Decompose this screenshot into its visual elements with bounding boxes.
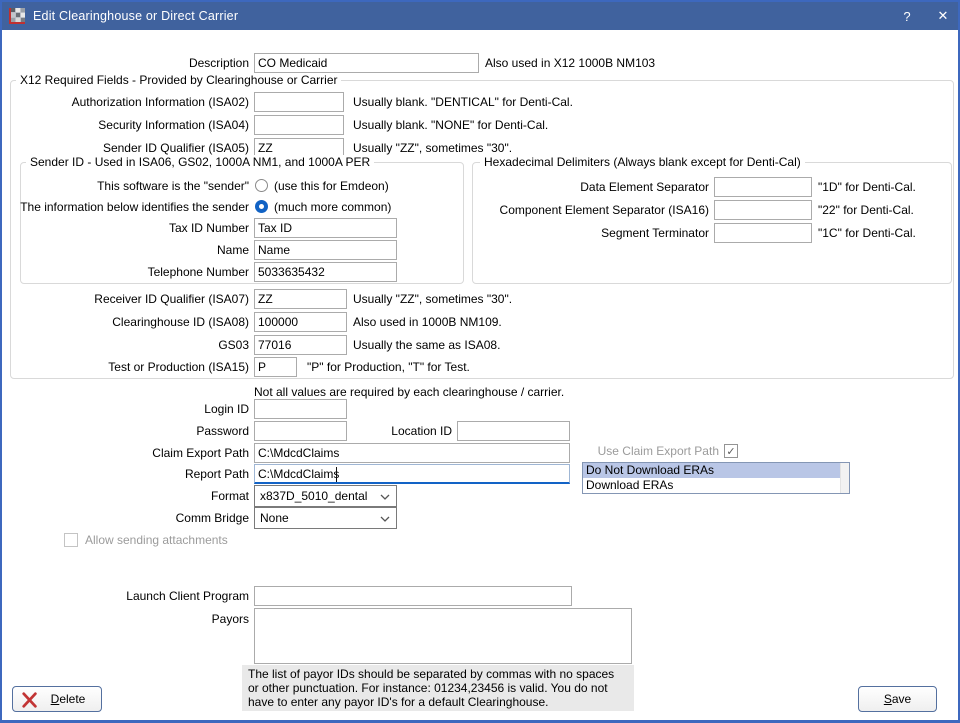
telephone-input[interactable] (254, 262, 397, 282)
name-input[interactable] (254, 240, 397, 260)
isa15-label: Test or Production (ISA15) (2, 357, 249, 377)
app-icon (9, 8, 25, 24)
sender-id-group-title: Sender ID - Used in ISA06, GS02, 1000A N… (26, 155, 374, 169)
close-button[interactable]: ✕ (926, 2, 960, 30)
comm-bridge-label: Comm Bridge (2, 508, 249, 528)
isa02-label: Authorization Information (ISA02) (2, 92, 249, 112)
description-note: Also used in X12 1000B NM103 (485, 53, 655, 73)
save-button-label: Save (884, 692, 911, 706)
launch-client-program-input[interactable] (254, 586, 572, 606)
format-select[interactable]: x837D_5010_dental (254, 485, 397, 507)
software-sender-radio-note: (use this for Emdeon) (274, 176, 389, 196)
isa15-note: "P" for Production, "T" for Test. (307, 357, 470, 377)
era-option-download[interactable]: Download ERAs (583, 478, 849, 493)
data-element-separator-note: "1D" for Denti-Cal. (818, 177, 916, 197)
location-id-input[interactable] (457, 421, 570, 441)
password-input[interactable] (254, 421, 347, 441)
isa08-note: Also used in 1000B NM109. (353, 312, 502, 332)
info-identifies-sender-radio[interactable] (255, 200, 268, 213)
era-listbox: Do Not Download ERAs Download ERAs (582, 462, 850, 494)
title-bar[interactable]: Edit Clearinghouse or Direct Carrier ? ✕ (2, 2, 958, 30)
gs03-note: Usually the same as ISA08. (353, 335, 500, 355)
format-label: Format (2, 486, 249, 506)
segment-terminator-label: Segment Terminator (482, 223, 709, 243)
save-button[interactable]: Save (858, 686, 937, 712)
password-label: Password (2, 421, 249, 441)
component-element-separator-input[interactable] (714, 200, 812, 220)
allow-attachments-label: Allow sending attachments (85, 530, 228, 550)
login-id-label: Login ID (2, 399, 249, 419)
isa02-input[interactable] (254, 92, 344, 112)
delete-button-label: Delete (51, 692, 86, 706)
isa04-input[interactable] (254, 115, 344, 135)
isa15-input[interactable] (254, 357, 297, 377)
segment-terminator-note: "1C" for Denti-Cal. (818, 223, 916, 243)
location-id-label: Location ID (342, 421, 452, 441)
data-element-separator-label: Data Element Separator (482, 177, 709, 197)
data-element-separator-input[interactable] (714, 177, 812, 197)
x12-group-title: X12 Required Fields - Provided by Cleari… (16, 73, 341, 87)
name-label: Name (2, 240, 249, 260)
isa07-input[interactable] (254, 289, 347, 309)
hex-delimiters-group-title: Hexadecimal Delimiters (Always blank exc… (480, 155, 805, 169)
launch-client-program-label: Launch Client Program (2, 586, 249, 606)
telephone-label: Telephone Number (2, 262, 249, 282)
era-option-do-not-download[interactable]: Do Not Download ERAs (583, 463, 849, 478)
description-label: Description (2, 53, 249, 73)
delete-button[interactable]: Delete (12, 686, 102, 712)
claim-export-path-label: Claim Export Path (2, 443, 249, 463)
gs03-label: GS03 (2, 335, 249, 355)
chevron-down-icon (380, 494, 390, 500)
comm-bridge-select[interactable]: None (254, 507, 397, 529)
claim-export-path-input[interactable] (254, 443, 570, 463)
tax-id-label: Tax ID Number (2, 218, 249, 238)
use-claim-export-path-label: Use Claim Export Path (562, 441, 719, 461)
description-input[interactable] (254, 53, 479, 73)
info-identifies-sender-radio-label: The information below identifies the sen… (2, 197, 249, 217)
software-sender-radio[interactable] (255, 179, 268, 192)
report-path-input[interactable] (254, 464, 570, 484)
isa02-note: Usually blank. "DENTICAL" for Denti-Cal. (353, 92, 573, 112)
segment-terminator-input[interactable] (714, 223, 812, 243)
text-cursor (336, 467, 337, 482)
use-claim-export-path-checkbox[interactable]: ✓ (724, 444, 738, 458)
window-title: Edit Clearinghouse or Direct Carrier (33, 9, 238, 23)
payor-ids-note: The list of payor IDs should be separate… (242, 665, 634, 711)
isa08-input[interactable] (254, 312, 347, 332)
tax-id-input[interactable] (254, 218, 397, 238)
era-list-scrollbar[interactable] (840, 463, 849, 493)
isa04-note: Usually blank. "NONE" for Denti-Cal. (353, 115, 548, 135)
allow-attachments-checkbox[interactable] (64, 533, 78, 547)
edit-clearinghouse-dialog: Edit Clearinghouse or Direct Carrier ? ✕… (0, 0, 960, 723)
login-id-input[interactable] (254, 399, 347, 419)
payors-textarea[interactable] (254, 608, 632, 664)
isa07-label: Receiver ID Qualifier (ISA07) (2, 289, 249, 309)
component-element-separator-note: "22" for Denti-Cal. (818, 200, 914, 220)
component-element-separator-label: Component Element Separator (ISA16) (482, 200, 709, 220)
gs03-input[interactable] (254, 335, 347, 355)
info-identifies-sender-radio-note: (much more common) (274, 197, 391, 217)
format-value: x837D_5010_dental (260, 489, 367, 503)
isa07-note: Usually "ZZ", sometimes "30". (353, 289, 512, 309)
isa04-label: Security Information (ISA04) (2, 115, 249, 135)
help-button[interactable]: ? (890, 2, 924, 30)
comm-bridge-value: None (260, 511, 289, 525)
chevron-down-icon (380, 516, 390, 522)
delete-x-icon (21, 691, 39, 709)
payors-label: Payors (2, 609, 249, 629)
software-sender-radio-label: This software is the "sender" (2, 176, 249, 196)
isa08-label: Clearinghouse ID (ISA08) (2, 312, 249, 332)
report-path-label: Report Path (2, 464, 249, 484)
